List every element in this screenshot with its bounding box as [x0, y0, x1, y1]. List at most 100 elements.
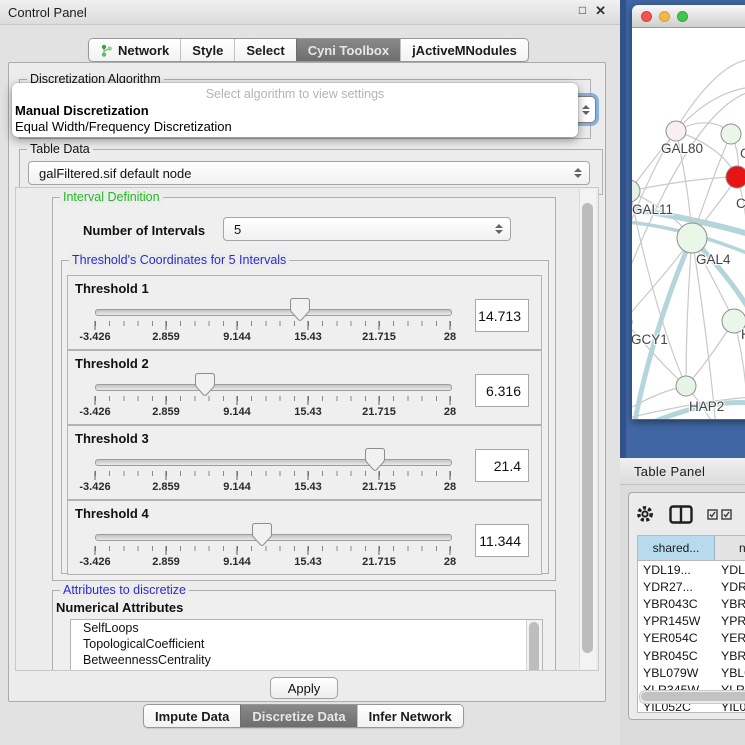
table-cell-name[interactable]: YBL0: [714, 666, 745, 680]
table-data-combobox[interactable]: galFiltered.sif default node: [28, 161, 590, 185]
threshold-slider-scale: -3.4262.8599.14415.4321.71528: [95, 546, 451, 570]
slider-major-tick: [166, 396, 167, 405]
table-cell-shared-name[interactable]: YBL079W: [638, 666, 714, 680]
tab-select[interactable]: Select: [234, 39, 295, 61]
table-row[interactable]: YBR045CYBR0: [638, 647, 745, 664]
table-row[interactable]: YBL079WYBL0: [638, 664, 745, 681]
slider-tick-label: 9.144: [223, 481, 251, 493]
node-top-right[interactable]: [721, 124, 741, 144]
table-row[interactable]: YPR145WYPR1: [638, 613, 745, 630]
node-label: H: [741, 327, 745, 342]
table-cell-name[interactable]: YDL1: [714, 563, 745, 577]
tab-infer-network[interactable]: Infer Network: [357, 705, 463, 727]
table-data-group-label: Table Data: [27, 142, 93, 156]
tab-style[interactable]: Style: [180, 39, 234, 61]
threshold-value-field[interactable]: 14.713: [475, 299, 529, 332]
tab-cyni-toolbox[interactable]: Cyni Toolbox: [296, 39, 400, 61]
window-zoom-icon[interactable]: [677, 11, 688, 22]
slider-tick-label: 15.43: [294, 406, 322, 418]
close-icon[interactable]: ✕: [595, 3, 606, 19]
table-cell-shared-name[interactable]: YDR27...: [638, 580, 714, 594]
checkbox-icon[interactable]: [707, 509, 718, 520]
threshold-slider-track[interactable]: [95, 309, 452, 316]
threshold-slider-thumb[interactable]: [195, 373, 215, 396]
slider-major-tick: [95, 321, 96, 330]
node-gal11[interactable]: [632, 180, 640, 202]
number-of-intervals-combobox[interactable]: 5: [223, 217, 511, 241]
table-row[interactable]: YDR27...YDR2: [638, 578, 745, 595]
table-cell-name[interactable]: YPR1: [714, 614, 745, 628]
attribute-list-item[interactable]: TopologicalCoefficient: [71, 636, 542, 652]
attribute-list-item[interactable]: SelfLoops: [71, 620, 542, 636]
thresholds-group-label: Threshold's Coordinates for 5 Intervals: [69, 253, 289, 267]
slider-tick-label: 2.859: [152, 331, 180, 343]
apply-button[interactable]: Apply: [270, 677, 338, 699]
slider-major-tick: [166, 471, 167, 480]
tab-network[interactable]: Network: [89, 39, 180, 61]
threshold-label: Threshold 2: [75, 356, 149, 371]
slider-tick-label: 15.43: [294, 331, 322, 343]
algorithm-option-equal-width[interactable]: Equal Width/Frequency Discretization: [12, 119, 578, 135]
algorithm-option-manual[interactable]: Manual Discretization: [12, 103, 578, 119]
network-canvas[interactable]: GAL80GACGAL11GAL4GCY1HHAP2: [632, 28, 745, 419]
threshold-value-field[interactable]: 21.4: [475, 449, 529, 482]
node-red[interactable]: [726, 166, 745, 188]
settings-scrollbar-thumb[interactable]: [582, 203, 593, 653]
tab-impute-data[interactable]: Impute Data: [144, 705, 240, 727]
node-hap2[interactable]: [676, 376, 696, 396]
threshold-slider-track[interactable]: [95, 384, 452, 391]
node-pink[interactable]: [666, 121, 686, 141]
float-icon[interactable]: □: [579, 3, 586, 19]
table-header-name[interactable]: na: [715, 536, 745, 560]
gear-icon[interactable]: [635, 504, 655, 524]
table-cell-shared-name[interactable]: YER054C: [638, 631, 714, 645]
table-cell-name[interactable]: YBR0: [714, 597, 745, 611]
table-header-shared-name[interactable]: shared...: [638, 536, 715, 560]
list-scrollbar[interactable]: [526, 620, 542, 671]
slider-major-tick: [95, 471, 96, 480]
threshold-slider-thumb[interactable]: [365, 448, 385, 471]
threshold-slider-track[interactable]: [95, 534, 452, 541]
slider-minor-ticks: [95, 321, 451, 326]
threshold-value-field[interactable]: 6.316: [475, 374, 529, 407]
table-cell-shared-name[interactable]: YBR043C: [638, 597, 714, 611]
threshold-slider-thumb[interactable]: [290, 298, 310, 321]
table-cell-shared-name[interactable]: YDL19...: [638, 563, 714, 577]
settings-scrollbar[interactable]: [579, 189, 596, 669]
split-columns-icon[interactable]: [669, 505, 693, 524]
slider-tick-label: 21.715: [362, 331, 396, 343]
checkbox-icon[interactable]: [721, 509, 732, 520]
window-close-icon[interactable]: [641, 11, 652, 22]
node-gal4[interactable]: [677, 223, 707, 253]
network-icon: [100, 44, 113, 57]
network-window-titlebar[interactable]: [632, 5, 745, 28]
slider-major-tick: [237, 396, 238, 405]
node-label: GAL11: [632, 202, 673, 217]
table-cell-shared-name[interactable]: YPR145W: [638, 614, 714, 628]
slider-major-tick: [379, 396, 380, 405]
table-cell-shared-name[interactable]: YBR045C: [638, 649, 714, 663]
table-row[interactable]: YBR043CYBR0: [638, 595, 745, 612]
table-cell-name[interactable]: YBR0: [714, 649, 745, 663]
threshold-slider-track[interactable]: [95, 459, 452, 466]
slider-major-tick: [237, 546, 238, 555]
attribute-list-item[interactable]: BetweennessCentrality: [71, 652, 542, 668]
threshold-slider-thumb[interactable]: [252, 523, 272, 546]
window-minimize-icon[interactable]: [659, 11, 670, 22]
attributes-group-label: Attributes to discretize: [60, 583, 189, 597]
table-horizontal-scrollbar-thumb[interactable]: [641, 692, 745, 701]
table-cell-name[interactable]: YER0: [714, 631, 745, 645]
control-panel: Control Panel □ ✕ Network Style Select C…: [0, 0, 621, 745]
table-row[interactable]: YDL19...YDL1: [638, 561, 745, 578]
tab-discretize-data[interactable]: Discretize Data: [240, 705, 356, 727]
threshold-value-field[interactable]: 11.344: [475, 524, 529, 557]
tab-jactivemnodules[interactable]: jActiveMNodules: [400, 39, 528, 61]
combo-arrows-icon: [574, 168, 582, 178]
list-scrollbar-thumb[interactable]: [529, 622, 539, 671]
table-horizontal-scrollbar[interactable]: [639, 690, 745, 704]
threshold-box: Threshold 1 -3.4262.8599.14415.4321.7152…: [67, 275, 542, 350]
slider-tick-label: -3.426: [79, 481, 110, 493]
numerical-attributes-list[interactable]: SelfLoopsTopologicalCoefficientBetweenne…: [70, 619, 543, 671]
table-row[interactable]: YER054CYER0: [638, 630, 745, 647]
table-cell-name[interactable]: YDR2: [714, 580, 745, 594]
